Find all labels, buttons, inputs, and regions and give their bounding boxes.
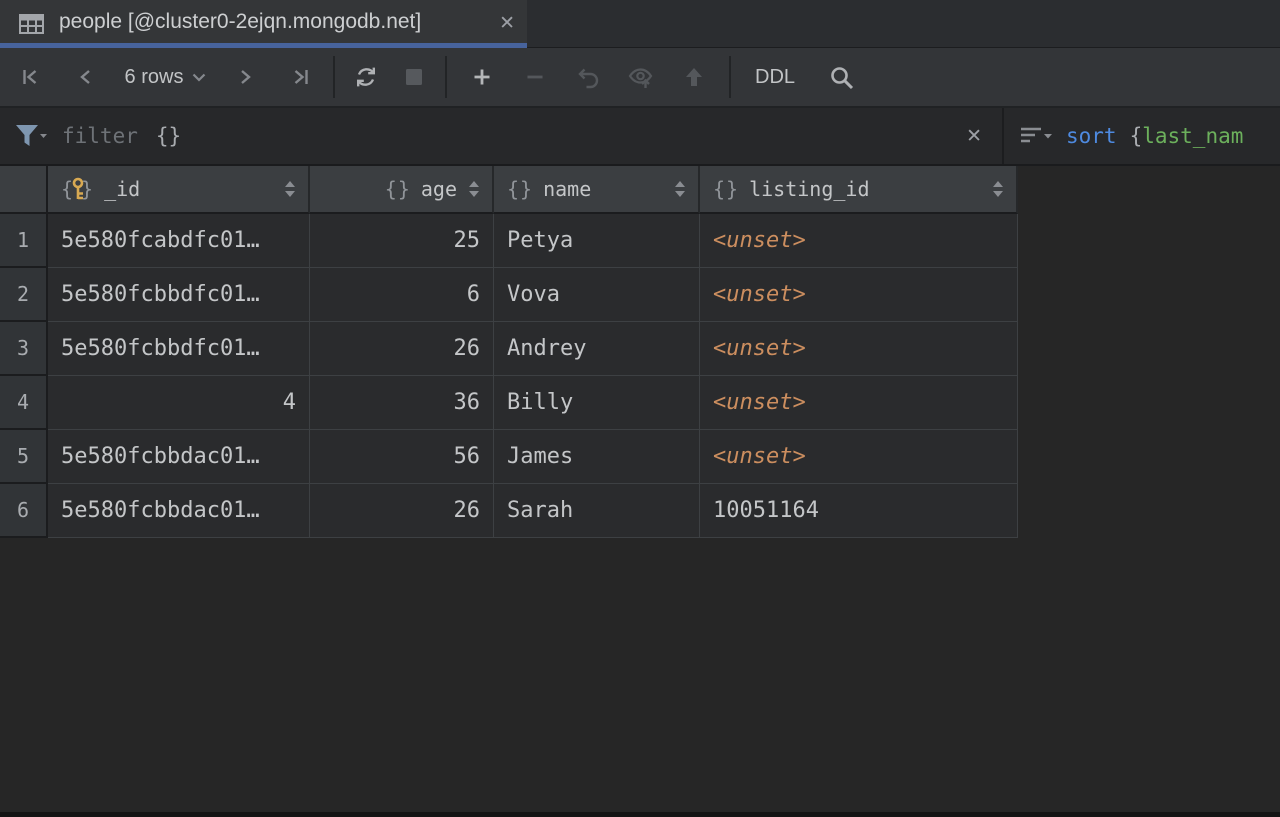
cell-listing_id[interactable]: <unset> (700, 376, 1018, 430)
edit-group (447, 48, 729, 106)
column-name: listing_id (749, 177, 869, 201)
reload-group (335, 48, 445, 106)
row-number[interactable]: 2 (0, 268, 48, 322)
filter-sort-row: filter {} ✕ sort { last_nam (0, 108, 1280, 166)
cell-listing_id[interactable]: <unset> (700, 268, 1018, 322)
column-name: age (421, 177, 457, 201)
filter-pane[interactable]: filter {} ✕ (0, 108, 1002, 164)
sort-expression[interactable]: last_nam (1142, 124, 1243, 148)
clear-filter-icon[interactable]: ✕ (966, 125, 982, 148)
stop-icon[interactable] (396, 59, 432, 95)
column-name: _id (104, 177, 140, 201)
sort-arrows-icon[interactable] (469, 181, 479, 197)
column-header-age[interactable]: {} age (310, 166, 494, 214)
sort-pane[interactable]: sort { last_nam (1002, 108, 1280, 164)
table-row: 65e580fcbbdac01…26Sarah10051164 (0, 484, 1018, 538)
row-number[interactable]: 4 (0, 376, 48, 430)
filter-funnel-icon[interactable] (14, 123, 48, 149)
row-number[interactable]: 1 (0, 214, 48, 268)
tab-close-icon[interactable]: ✕ (499, 12, 515, 35)
search-icon[interactable] (823, 59, 859, 95)
cell-name[interactable]: James (494, 430, 700, 484)
chevron-down-icon (192, 73, 206, 82)
cell-_id[interactable]: 5e580fcbbdac01… (48, 430, 310, 484)
table-header-row: {} _id {} age {} name {} listing_id (0, 166, 1018, 214)
cell-_id[interactable]: 5e580fcabdfc01… (48, 214, 310, 268)
cell-age[interactable]: 26 (310, 322, 494, 376)
cell-age[interactable]: 36 (310, 376, 494, 430)
next-page-icon[interactable] (227, 59, 263, 95)
first-page-icon[interactable] (12, 59, 48, 95)
column-name: name (543, 177, 591, 201)
active-tab-indicator (0, 43, 527, 48)
table-grid-icon (18, 12, 45, 36)
tab-people[interactable]: people [@cluster0-2ejqn.mongodb.net] ✕ (0, 0, 527, 48)
data-editor-toolbar: 6 rows (0, 48, 1280, 108)
table-body: 15e580fcabdfc01…25Petya<unset>25e580fcbb… (0, 214, 1018, 538)
sort-open-brace: { (1130, 124, 1143, 148)
cell-_id[interactable]: 5e580fcbbdac01… (48, 484, 310, 538)
row-number[interactable]: 3 (0, 322, 48, 376)
gutter-header-cell (0, 166, 48, 214)
cell-name[interactable]: Vova (494, 268, 700, 322)
window-bottom-edge (0, 812, 1280, 817)
data-grid: {} _id {} age {} name {} listing_id 15e580fcabd… (0, 166, 1018, 538)
braces-icon: {} (507, 177, 533, 201)
cell-name[interactable]: Billy (494, 376, 700, 430)
sort-label[interactable]: sort (1066, 124, 1117, 148)
sort-arrows-icon[interactable] (993, 181, 1003, 197)
filter-value[interactable]: {} (156, 124, 181, 148)
misc-group: DDL (731, 48, 859, 106)
braces-icon: {} (713, 177, 739, 201)
cell-_id[interactable]: 5e580fcbbdfc01… (48, 322, 310, 376)
sort-arrows-icon[interactable] (675, 181, 685, 197)
table-row: 35e580fcbbdfc01…26Andrey<unset> (0, 322, 1018, 376)
braces-key-icon: {} (61, 177, 94, 202)
column-header-listing_id[interactable]: {} listing_id (700, 166, 1018, 214)
cell-name[interactable]: Sarah (494, 484, 700, 538)
table-row: 25e580fcbbdfc01…6Vova<unset> (0, 268, 1018, 322)
cell-listing_id[interactable]: <unset> (700, 322, 1018, 376)
filter-label[interactable]: filter (62, 124, 138, 148)
app-window: people [@cluster0-2ejqn.mongodb.net] ✕ 6… (0, 0, 1280, 538)
sort-arrows-icon[interactable] (285, 181, 295, 197)
minus-icon[interactable] (517, 59, 553, 95)
cell-listing_id[interactable]: 10051164 (700, 484, 1018, 538)
row-number[interactable]: 5 (0, 430, 48, 484)
cell-name[interactable]: Petya (494, 214, 700, 268)
cell-listing_id[interactable]: <unset> (700, 430, 1018, 484)
tab-title: people [@cluster0-2ejqn.mongodb.net] (59, 10, 421, 34)
upload-arrow-icon[interactable] (676, 59, 712, 95)
column-header-name[interactable]: {} name (494, 166, 700, 214)
undo-icon[interactable] (570, 59, 606, 95)
plus-icon[interactable] (464, 59, 500, 95)
cell-age[interactable]: 6 (310, 268, 494, 322)
row-number[interactable]: 6 (0, 484, 48, 538)
eye-upload-icon[interactable] (623, 59, 659, 95)
cell-age[interactable]: 26 (310, 484, 494, 538)
cell-listing_id[interactable]: <unset> (700, 214, 1018, 268)
refresh-icon[interactable] (348, 59, 384, 95)
cell-_id[interactable]: 5e580fcbbdfc01… (48, 268, 310, 322)
sort-lines-icon[interactable] (1018, 124, 1054, 148)
cell-name[interactable]: Andrey (494, 322, 700, 376)
last-page-icon[interactable] (283, 59, 319, 95)
editor-tab-bar: people [@cluster0-2ejqn.mongodb.net] ✕ (0, 0, 1280, 48)
ddl-button[interactable]: DDL (755, 66, 795, 89)
cell-_id[interactable]: 4 (48, 376, 310, 430)
pagination-group: 6 rows (0, 48, 333, 106)
page-size-dropdown[interactable]: 6 rows (125, 66, 207, 89)
braces-icon: {} (385, 177, 411, 201)
page-size-label: 6 rows (125, 66, 184, 89)
table-row: 15e580fcabdfc01…25Petya<unset> (0, 214, 1018, 268)
table-row: 55e580fcbbdac01…56James<unset> (0, 430, 1018, 484)
table-row: 4436Billy<unset> (0, 376, 1018, 430)
cell-age[interactable]: 56 (310, 430, 494, 484)
column-header-_id[interactable]: {} _id (48, 166, 310, 214)
cell-age[interactable]: 25 (310, 214, 494, 268)
previous-page-icon[interactable] (68, 59, 104, 95)
